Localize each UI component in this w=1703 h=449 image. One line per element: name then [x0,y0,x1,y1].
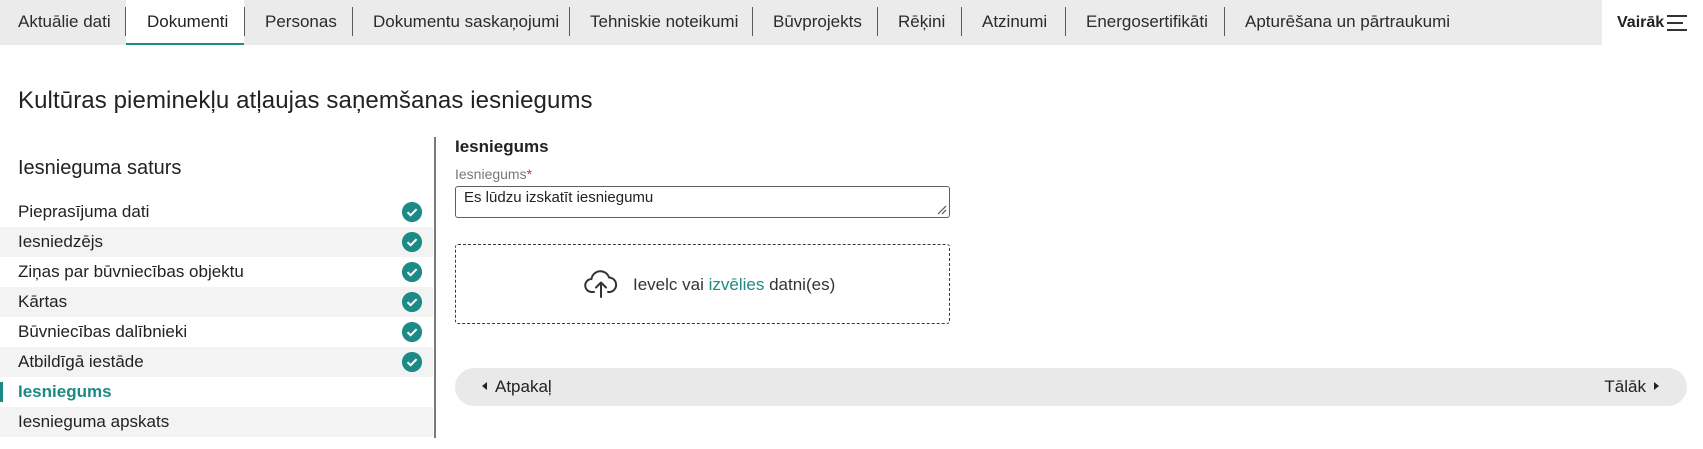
step-item[interactable]: Būvniecības dalībnieki [0,317,433,347]
steps-list: Pieprasījuma dati Iesniedzējs Ziņas par … [0,197,433,437]
tab-divider [752,7,753,36]
dropzone-text-before: Ievelc vai [633,275,704,294]
more-menu-label: Vairāk [1617,14,1665,31]
tab-aktualie-dati[interactable]: Aktuālie dati [18,0,111,45]
step-label: Atbildīgā iestāde [18,352,144,371]
resize-handle-icon[interactable] [937,205,947,215]
field-label-text: Iesniegums [455,166,527,182]
choose-file-link[interactable]: izvēlies [709,275,765,294]
step-label: Kārtas [18,292,68,311]
tab-dokumentu-saskanojumi[interactable]: Dokumentu saskaņojumi [373,0,559,45]
step-label: Iesniedzējs [18,232,104,251]
tab-divider [1224,7,1225,36]
more-menu-button[interactable]: Vairāk [1602,0,1703,45]
check-circle-icon [402,322,422,342]
step-item-current[interactable]: Iesniegums [0,377,433,407]
iesniegums-textarea[interactable]: Es lūdzu izskatīt iesniegumu [455,186,950,218]
tab-atzinumi[interactable]: Atzinumi [982,0,1047,45]
next-button[interactable]: Tālāk [1604,377,1659,397]
check-circle-icon [402,232,422,252]
sidebar-divider [434,137,436,438]
check-circle-icon [402,262,422,282]
check-circle-icon [402,292,422,312]
tab-divider [352,7,353,36]
top-tab-bar: Aktuālie dati Dokumenti Personas Dokumen… [0,0,1703,45]
step-item[interactable]: Iesniedzējs [0,227,433,257]
tab-divider [244,7,245,36]
check-circle-icon [402,202,422,222]
required-marker: * [526,166,533,182]
step-label: Iesniegums [18,382,112,401]
tab-divider [1065,7,1066,36]
tab-energosertifikati[interactable]: Energosertifikāti [1086,0,1208,45]
step-label: Iesnieguma apskats [18,412,170,431]
caret-right-icon [1654,382,1659,390]
section-title: Iesniegums [455,137,549,156]
tab-buvprojekts[interactable]: Būvprojekts [773,0,862,45]
tab-tehniskie-noteikumi[interactable]: Tehniskie noteikumi [590,0,738,45]
step-navigation-bar: Atpakaļ Tālāk [455,368,1687,406]
back-button[interactable]: Atpakaļ [482,377,552,397]
dropzone-text-after: datni(es) [769,275,836,294]
active-step-indicator [0,382,3,402]
next-button-label: Tālāk [1604,377,1646,396]
dropzone-text: Ievelc vai izvēlies datni(es) [633,275,835,295]
sidebar-title: Iesnieguma saturs [18,157,182,179]
tab-divider [569,7,570,36]
caret-left-icon [482,382,487,390]
field-label: Iesniegums* [455,166,532,182]
tab-divider [877,7,878,36]
step-item[interactable]: Pieprasījuma dati [0,197,433,227]
step-item[interactable]: Kārtas [0,287,433,317]
tab-personas[interactable]: Personas [265,0,337,45]
cloud-upload-icon [584,270,618,298]
tab-aptuersana-un-partraukumi[interactable]: Apturēšana un pārtraukumi [1245,0,1450,45]
page-title: Kultūras pieminekļu atļaujas saņemšanas … [18,87,593,114]
step-label: Pieprasījuma dati [18,202,150,221]
menu-lines-icon [1667,15,1687,31]
step-label: Būvniecības dalībnieki [18,322,188,341]
step-item[interactable]: Ziņas par būvniecības objektu [0,257,433,287]
step-label: Ziņas par būvniecības objektu [18,262,244,281]
check-circle-icon [402,352,422,372]
tab-divider [961,7,962,36]
tab-dokumenti[interactable]: Dokumenti [126,0,244,45]
file-dropzone[interactable]: Ievelc vai izvēlies datni(es) [455,244,950,324]
tab-rekini[interactable]: Rēķini [898,0,945,45]
back-button-label: Atpakaļ [495,377,552,396]
step-item[interactable]: Iesnieguma apskats [0,407,433,437]
step-item[interactable]: Atbildīgā iestāde [0,347,433,377]
